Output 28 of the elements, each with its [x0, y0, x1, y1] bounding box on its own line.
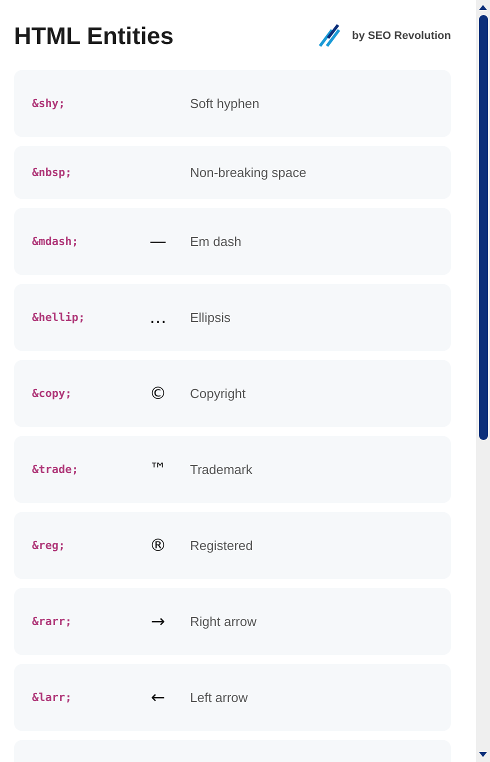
entity-code: &reg;: [32, 539, 66, 552]
entity-symbol: ®: [148, 536, 168, 556]
entity-code: &nbsp;: [32, 166, 73, 179]
entity-symbol: →: [150, 612, 166, 632]
entity-name: Registered: [190, 538, 253, 553]
entity-name: Copyright: [190, 386, 246, 401]
entity-name: Soft hyphen: [190, 96, 260, 111]
credit-text: by SEO Revolution: [352, 30, 451, 42]
entity-name: Right arrow: [190, 614, 256, 629]
entity-symbol: ™: [148, 460, 168, 480]
entity-symbol: …: [148, 308, 168, 328]
entity-code: &trade;: [32, 463, 80, 476]
entity-symbol: —: [148, 232, 168, 252]
entity-code: &shy;: [32, 97, 66, 110]
entity-name: Ellipsis: [190, 310, 230, 325]
entity-code: &mdash;: [32, 235, 80, 248]
entity-name: Trademark: [190, 462, 252, 477]
entity-name: Em dash: [190, 234, 242, 249]
entity-name: Left arrow: [190, 690, 248, 705]
entity-code: &hellip;: [32, 311, 86, 324]
entity-code: &rarr;: [32, 615, 73, 628]
scrollbar[interactable]: [476, 0, 490, 762]
entity-symbol: ©: [148, 384, 168, 404]
page-title: HTML Entities: [14, 22, 174, 51]
entity-code: &larr;: [32, 691, 73, 704]
entity-name: Non-breaking space: [190, 165, 306, 180]
entity-symbol: ←: [150, 688, 166, 708]
entity-code: &copy;: [32, 387, 73, 400]
